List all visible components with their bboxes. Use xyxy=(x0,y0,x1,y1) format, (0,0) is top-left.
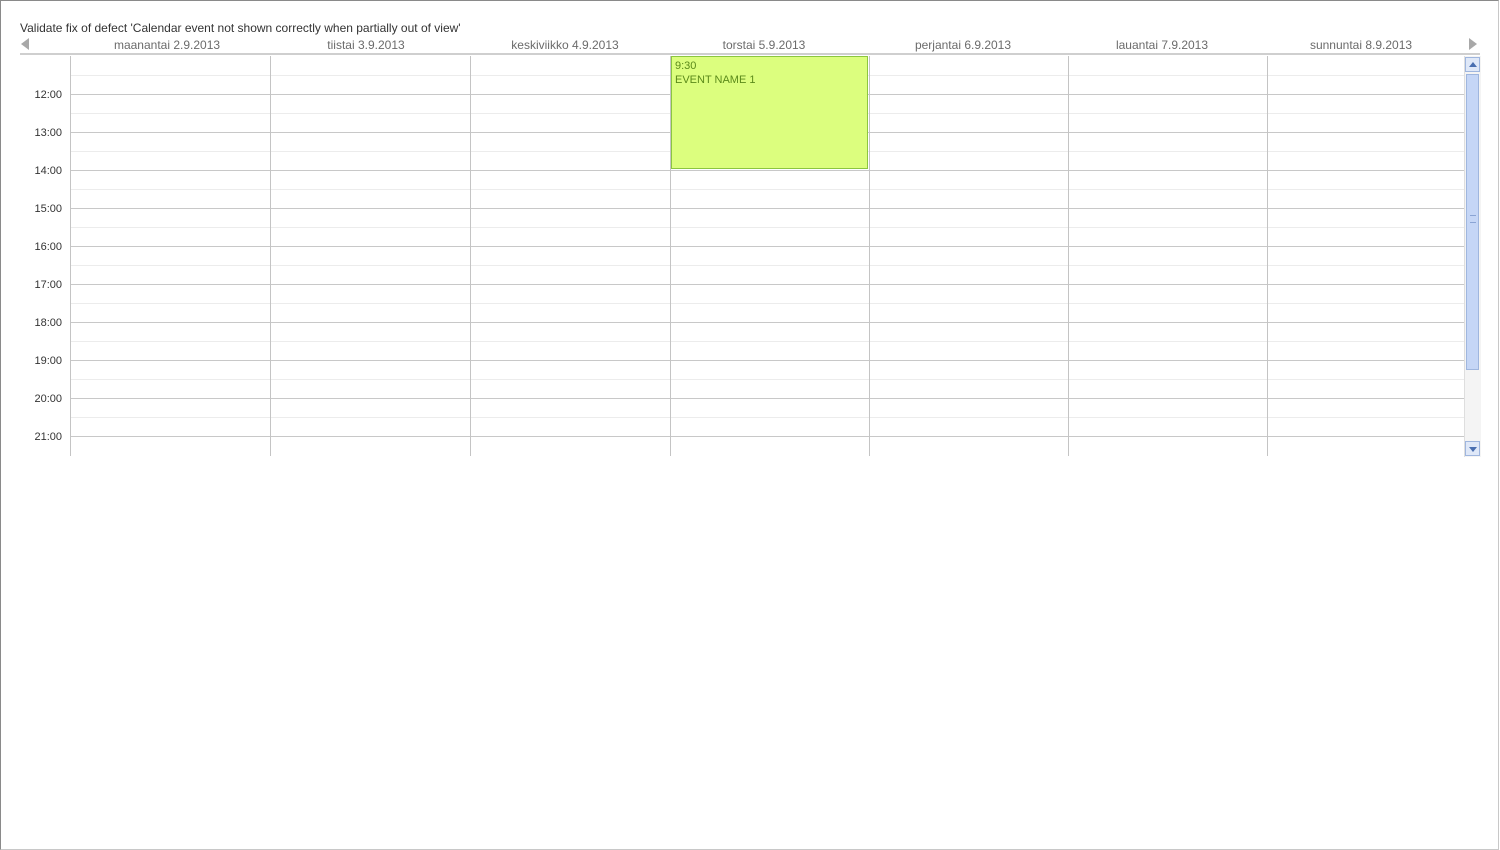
day-column-divider xyxy=(1267,56,1268,456)
day-header-monday[interactable]: maanantai 2.9.2013 xyxy=(67,38,267,52)
time-label: 18:00 xyxy=(34,317,62,329)
day-header-sunday[interactable]: sunnuntai 8.9.2013 xyxy=(1261,38,1461,52)
day-column-divider xyxy=(1068,56,1069,456)
scroll-down-button[interactable] xyxy=(1465,441,1480,456)
scroll-up-button[interactable] xyxy=(1465,57,1480,72)
time-label: 12:00 xyxy=(34,89,62,101)
time-label: 15:00 xyxy=(34,203,62,215)
vertical-scrollbar[interactable] xyxy=(1464,56,1481,457)
page-caption: Validate fix of defect 'Calendar event n… xyxy=(20,21,461,35)
time-label: 19:00 xyxy=(34,355,62,367)
day-column-divider xyxy=(270,56,271,456)
time-label: 16:00 xyxy=(34,241,62,253)
header-divider xyxy=(20,53,1480,55)
event-time: 9:30 xyxy=(675,60,697,72)
time-label: 20:00 xyxy=(34,393,62,405)
day-header-tuesday[interactable]: tiistai 3.9.2013 xyxy=(266,38,466,52)
scrollbar-thumb[interactable] xyxy=(1466,74,1479,370)
day-header-friday[interactable]: perjantai 6.9.2013 xyxy=(863,38,1063,52)
time-label: 17:00 xyxy=(34,279,62,291)
calendar-grid[interactable]: 12:00 13:00 14:00 15:00 16:00 17:00 18:0… xyxy=(20,56,1464,456)
time-label: 14:00 xyxy=(34,165,62,177)
previous-week-arrow-icon[interactable] xyxy=(21,38,29,50)
event-name: EVENT NAME 1 xyxy=(675,74,756,86)
day-header-saturday[interactable]: lauantai 7.9.2013 xyxy=(1062,38,1262,52)
calendar-event[interactable]: 9:30 EVENT NAME 1 xyxy=(671,56,868,169)
day-header-wednesday[interactable]: keskiviikko 4.9.2013 xyxy=(465,38,665,52)
day-column-divider xyxy=(869,56,870,456)
chevron-up-icon xyxy=(1469,62,1477,67)
day-header-thursday[interactable]: torstai 5.9.2013 xyxy=(664,38,864,52)
time-label: 13:00 xyxy=(34,127,62,139)
next-week-arrow-icon[interactable] xyxy=(1469,38,1477,50)
time-label: 21:00 xyxy=(34,431,62,443)
chevron-down-icon xyxy=(1469,447,1477,452)
day-column-divider xyxy=(470,56,471,456)
scrollbar-grip-icon xyxy=(1470,215,1476,223)
